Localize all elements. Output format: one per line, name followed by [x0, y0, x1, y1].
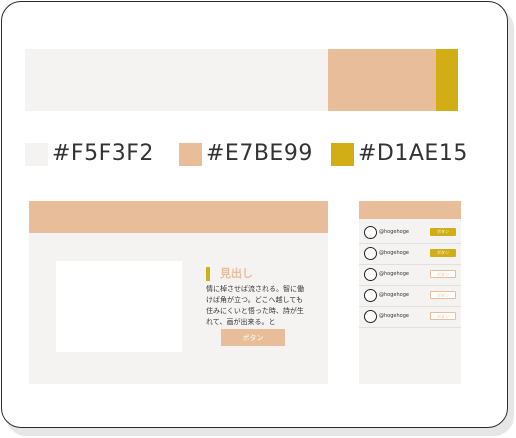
strip-segment-main — [328, 49, 436, 111]
row-button[interactable]: ボタン — [430, 249, 456, 257]
swatch-code: #D1AE15 — [358, 141, 468, 166]
swatch-main: #E7BE99 — [179, 141, 313, 167]
avatar — [364, 310, 377, 323]
swatch-base: #F5F3F2 — [25, 141, 154, 167]
mockup-heading: 見出し — [220, 267, 253, 280]
swatch-chip — [179, 142, 202, 166]
swatch-code: #F5F3F2 — [52, 141, 154, 166]
row-button[interactable]: ボタン — [430, 312, 456, 320]
strip-segment-accent — [436, 49, 458, 111]
swatch-chip — [25, 142, 48, 166]
user-handle: @hogehoge — [379, 229, 409, 235]
mockup-button[interactable]: ボタン — [221, 329, 285, 346]
user-handle: @hogehoge — [379, 292, 409, 298]
mockup-paragraph: 情に棹させば流される。智に働けば角が立つ。どこへ越しても住みにくいと悟った時、詩… — [206, 285, 304, 326]
palette-strip — [25, 49, 458, 111]
list-panel: @hogehoge ボタン @hogehoge ボタン @hogehoge ボタ… — [359, 201, 461, 384]
row-button[interactable]: ボタン — [430, 270, 456, 278]
list-item: @hogehoge ボタン — [359, 243, 461, 265]
swatch-chip — [331, 142, 354, 166]
heading-accent-bar — [206, 267, 210, 281]
image-placeholder — [56, 261, 182, 352]
mockup-body: 見出し 情に棹させば流される。智に働けば角が立つ。どこへ越しても住みにくいと悟っ… — [29, 233, 328, 384]
row-button[interactable]: ボタン — [430, 291, 456, 299]
avatar — [364, 268, 377, 281]
list-item: @hogehoge ボタン — [359, 306, 461, 328]
user-handle: @hogehoge — [379, 271, 409, 277]
list-body: @hogehoge ボタン @hogehoge ボタン @hogehoge ボタ… — [359, 219, 461, 384]
list-header — [359, 201, 461, 219]
page-mockup: 見出し 情に棹させば流される。智に働けば角が立つ。どこへ越しても住みにくいと悟っ… — [29, 201, 328, 384]
strip-segment-base — [25, 49, 328, 111]
list-item: @hogehoge ボタン — [359, 285, 461, 307]
user-handle: @hogehoge — [379, 250, 409, 256]
mockup-header — [29, 201, 328, 233]
swatch-accent: #D1AE15 — [331, 141, 468, 167]
swatch-code: #E7BE99 — [206, 141, 313, 166]
row-button[interactable]: ボタン — [430, 228, 456, 236]
avatar — [364, 289, 377, 302]
user-handle: @hogehoge — [379, 313, 409, 319]
avatar — [364, 226, 377, 239]
list-item: @hogehoge ボタン — [359, 264, 461, 286]
avatar — [364, 247, 377, 260]
list-item: @hogehoge ボタン — [359, 222, 461, 244]
